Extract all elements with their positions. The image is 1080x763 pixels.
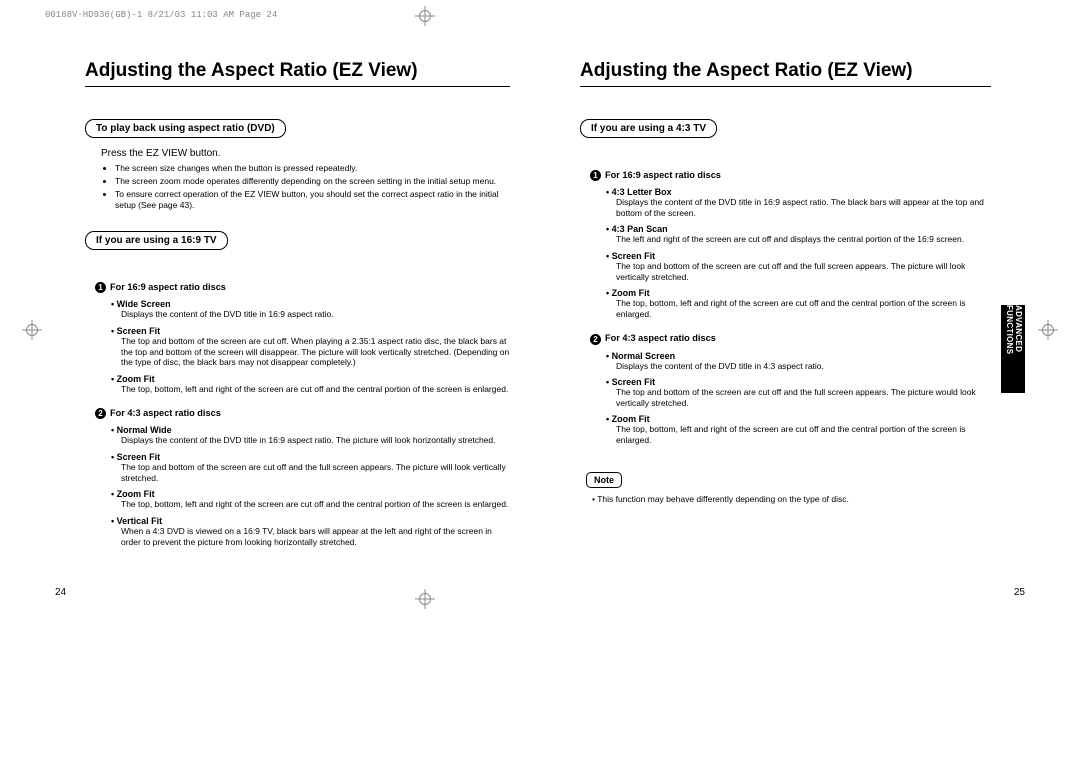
mode-item: Vertical Fit When a 4:3 DVD is viewed on… <box>111 516 510 547</box>
subheading-text: For 4:3 aspect ratio discs <box>605 333 716 343</box>
mode-item: 4:3 Pan Scan The left and right of the s… <box>606 224 991 245</box>
subheading-text: For 4:3 aspect ratio discs <box>110 408 221 418</box>
mode-item: Normal Wide Displays the content of the … <box>111 425 510 446</box>
circled-number-icon: 2 <box>590 334 601 345</box>
mode-item: 4:3 Letter Box Displays the content of t… <box>606 187 991 218</box>
mode-item: Zoom Fit The top, bottom, left and right… <box>606 414 991 445</box>
mode-item: Zoom Fit The top, bottom, left and right… <box>111 374 510 395</box>
section-box-playback: To play back using aspect ratio (DVD) <box>85 119 286 138</box>
mode-label: Screen Fit <box>111 452 510 462</box>
mode-label: 4:3 Pan Scan <box>606 224 991 234</box>
circled-number-icon: 1 <box>95 282 106 293</box>
mode-desc: The top, bottom, left and right of the s… <box>121 384 510 395</box>
note-item: The screen zoom mode operates differentl… <box>115 176 510 187</box>
note-item: To ensure correct operation of the EZ VI… <box>115 189 510 211</box>
mode-desc: The top and bottom of the screen are cut… <box>121 462 510 483</box>
page-right: Adjusting the Aspect Ratio (EZ View) If … <box>540 60 1025 603</box>
mode-desc: The left and right of the screen are cut… <box>616 234 991 245</box>
circled-number-icon: 1 <box>590 170 601 181</box>
mode-desc: Displays the content of the DVD title in… <box>616 361 991 372</box>
mode-item: Screen Fit The top and bottom of the scr… <box>111 452 510 483</box>
subheading: 2 For 4:3 aspect ratio discs <box>590 333 991 344</box>
mode-label: Zoom Fit <box>606 414 991 424</box>
mode-label: Normal Wide <box>111 425 510 435</box>
subheading: 2 For 4:3 aspect ratio discs <box>95 408 510 419</box>
section-box-169tv: If you are using a 16:9 TV <box>85 231 228 250</box>
mode-item: Screen Fit The top and bottom of the scr… <box>606 377 991 408</box>
mode-desc: The top and bottom of the screen are cut… <box>121 336 510 368</box>
mode-desc: The top and bottom of the screen are cut… <box>616 387 991 408</box>
side-tab-advanced-functions: ADVANCED FUNCTIONS <box>1001 305 1025 393</box>
mode-list: Normal Wide Displays the content of the … <box>111 425 510 547</box>
mode-list: 4:3 Letter Box Displays the content of t… <box>606 187 991 319</box>
mode-item: Normal Screen Displays the content of th… <box>606 351 991 372</box>
mode-item: Screen Fit The top and bottom of the scr… <box>111 326 510 368</box>
mode-desc: Displays the content of the DVD title in… <box>121 309 510 320</box>
mode-desc: The top, bottom, left and right of the s… <box>121 499 510 510</box>
page-left: Adjusting the Aspect Ratio (EZ View) To … <box>55 60 540 603</box>
mode-item: Zoom Fit The top, bottom, left and right… <box>606 288 991 319</box>
page-spread: Adjusting the Aspect Ratio (EZ View) To … <box>0 0 1080 763</box>
mode-desc: When a 4:3 DVD is viewed on a 16:9 TV, b… <box>121 526 510 547</box>
subheading: 1 For 16:9 aspect ratio discs <box>590 170 991 181</box>
print-header-meta: 00168V-HD936(GB)-1 8/21/03 11:03 AM Page… <box>45 10 277 20</box>
mode-label: Screen Fit <box>606 377 991 387</box>
mode-item: Zoom Fit The top, bottom, left and right… <box>111 489 510 510</box>
section-box-43tv: If you are using a 4:3 TV <box>580 119 717 138</box>
subheading-text: For 16:9 aspect ratio discs <box>605 170 721 180</box>
mode-desc: Displays the content of the DVD title in… <box>121 435 510 446</box>
mode-label: Zoom Fit <box>111 489 510 499</box>
mode-item: Screen Fit The top and bottom of the scr… <box>606 251 991 282</box>
note-text: This function may behave differently dep… <box>602 494 991 504</box>
note-box: Note <box>586 472 622 488</box>
subheading-text: For 16:9 aspect ratio discs <box>110 282 226 292</box>
mode-label: Normal Screen <box>606 351 991 361</box>
mode-label: 4:3 Letter Box <box>606 187 991 197</box>
subheading: 1 For 16:9 aspect ratio discs <box>95 282 510 293</box>
mode-label: Vertical Fit <box>111 516 510 526</box>
mode-desc: The top, bottom, left and right of the s… <box>616 424 991 445</box>
page-number: 25 <box>1014 587 1025 598</box>
mode-list: Normal Screen Displays the content of th… <box>606 351 991 446</box>
mode-label: Screen Fit <box>111 326 510 336</box>
mode-desc: Displays the content of the DVD title in… <box>616 197 991 218</box>
page-title: Adjusting the Aspect Ratio (EZ View) <box>85 60 510 87</box>
note-item: The screen size changes when the button … <box>115 163 510 174</box>
page-number: 24 <box>55 587 66 598</box>
page-title: Adjusting the Aspect Ratio (EZ View) <box>580 60 991 87</box>
mode-label: Zoom Fit <box>606 288 991 298</box>
mode-label: Zoom Fit <box>111 374 510 384</box>
circled-number-icon: 2 <box>95 408 106 419</box>
mode-label: Wide Screen <box>111 299 510 309</box>
mode-item: Wide Screen Displays the content of the … <box>111 299 510 320</box>
instruction-notes: The screen size changes when the button … <box>115 163 510 211</box>
mode-label: Screen Fit <box>606 251 991 261</box>
mode-list: Wide Screen Displays the content of the … <box>111 299 510 394</box>
instruction-text: Press the EZ VIEW button. <box>101 148 510 159</box>
mode-desc: The top, bottom, left and right of the s… <box>616 298 991 319</box>
mode-desc: The top and bottom of the screen are cut… <box>616 261 991 282</box>
